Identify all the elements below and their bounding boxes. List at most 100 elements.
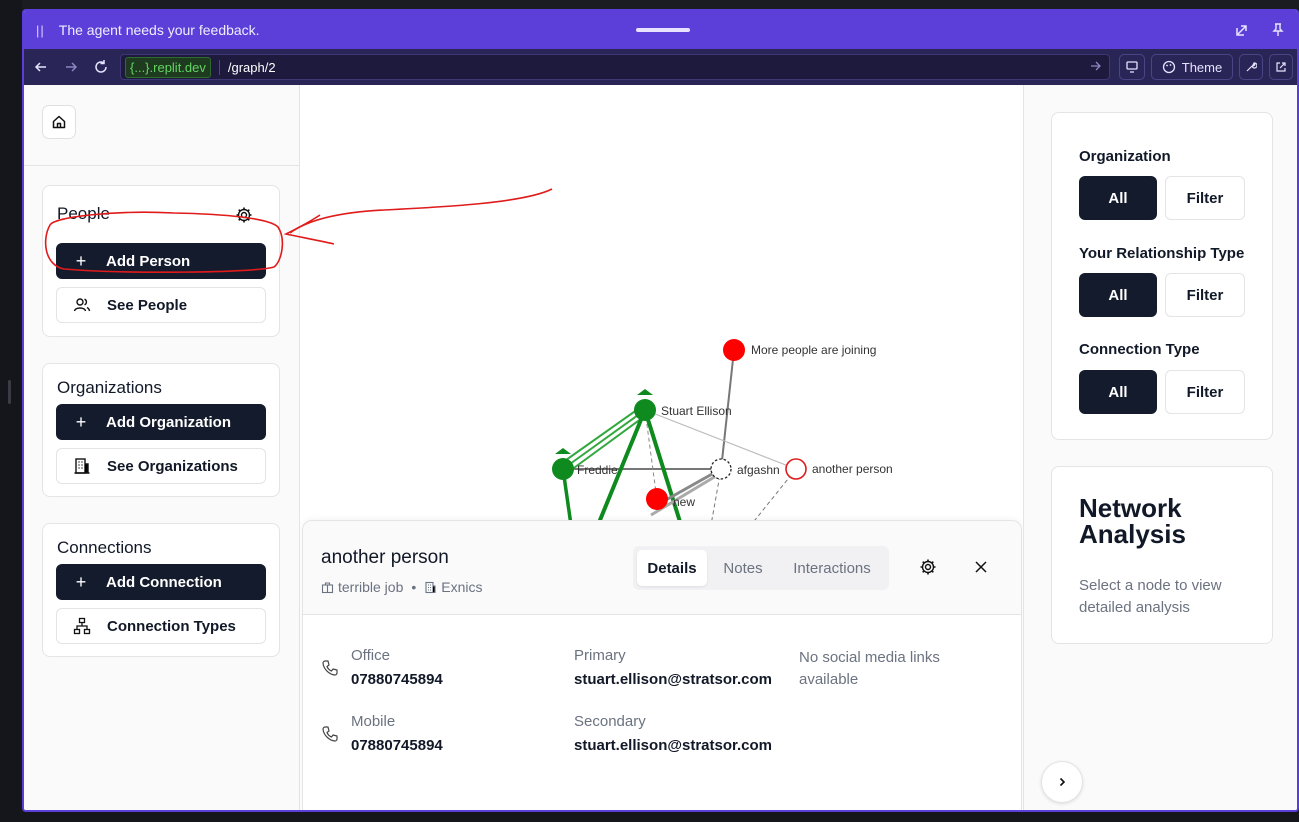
network-analysis-card: Network Analysis Select a node to view d… — [1051, 466, 1273, 644]
add-person-button[interactable]: + Add Person — [56, 243, 266, 279]
chevron-right-icon — [1059, 777, 1066, 787]
resize-grip[interactable] — [8, 380, 11, 404]
tab-interactions[interactable]: Interactions — [779, 550, 885, 586]
connections-card: Connections + Add Connection Connection … — [42, 523, 280, 657]
browser-url-bar: {...}.replit.dev /graph/2 Theme — [24, 49, 1297, 85]
connection-types-label: Connection Types — [107, 617, 236, 635]
add-person-label: Add Person — [106, 252, 191, 270]
node-more-people — [723, 339, 745, 361]
theme-label: Theme — [1181, 59, 1223, 75]
url-path: /graph/2 — [218, 59, 276, 75]
office-label: Office — [351, 647, 390, 664]
label-afgashn: afgashn — [737, 463, 780, 477]
sidebar: People + Add Person See People Organizat… — [24, 85, 300, 810]
network-analysis-title: Network Analysis — [1079, 493, 1186, 549]
detail-settings-icon[interactable] — [919, 558, 937, 581]
secondary-email-label: Secondary — [574, 713, 646, 730]
node-new — [646, 488, 668, 510]
node-stuart-ellison — [634, 399, 656, 421]
drag-handle[interactable] — [636, 28, 690, 32]
node-another-person — [785, 458, 807, 480]
node-freddie — [552, 458, 574, 480]
label-freddie: Freddie — [577, 463, 618, 477]
plus-icon: + — [75, 411, 87, 432]
right-panel: Organization All Filter Your Relationshi… — [1023, 85, 1297, 810]
connection-filter-button[interactable]: Filter — [1165, 370, 1245, 414]
left-edge-strip — [0, 0, 22, 822]
mobile-phone[interactable]: 07880745894 — [351, 737, 443, 754]
person-organization: Exnics — [441, 579, 483, 595]
agent-feedback-bar: || The agent needs your feedback. — [24, 11, 1297, 49]
people-title: People — [57, 204, 110, 223]
bottom-edge-strip — [0, 812, 1299, 822]
home-button[interactable] — [42, 105, 76, 139]
devtools-button[interactable] — [1239, 54, 1263, 80]
secondary-email[interactable]: stuart.ellison@stratsor.com — [574, 737, 772, 754]
node-marker — [637, 389, 653, 395]
home-icon — [52, 115, 66, 129]
see-organizations-button[interactable]: See Organizations — [56, 448, 266, 484]
agent-message: The agent needs your feedback. — [58, 22, 260, 38]
phone-icon — [322, 726, 338, 742]
organization-filter-button[interactable]: Filter — [1165, 176, 1245, 220]
expand-icon[interactable] — [1232, 20, 1252, 40]
filters-card: Organization All Filter Your Relationshi… — [1051, 112, 1273, 440]
detail-tabs: Details Notes Interactions — [633, 546, 889, 590]
close-icon[interactable] — [973, 559, 989, 580]
person-name: another person — [321, 547, 449, 568]
relationship-filter-label: Your Relationship Type — [1079, 245, 1245, 262]
back-icon[interactable] — [30, 56, 52, 78]
organizations-title: Organizations — [57, 378, 162, 397]
building-icon — [425, 581, 436, 593]
device-preview-button[interactable] — [1119, 54, 1145, 80]
briefcase-icon — [321, 581, 334, 593]
see-organizations-label: See Organizations — [107, 457, 238, 475]
tab-notes[interactable]: Notes — [711, 550, 775, 586]
expand-panel-button[interactable] — [1041, 761, 1083, 803]
organization-all-button[interactable]: All — [1079, 176, 1157, 220]
relationship-filter-button[interactable]: Filter — [1165, 273, 1245, 317]
relationship-all-button[interactable]: All — [1079, 273, 1157, 317]
forward-icon[interactable] — [60, 56, 82, 78]
person-job: terrible job — [338, 579, 404, 595]
social-links-note: No social media links available — [799, 649, 940, 688]
users-icon — [73, 296, 91, 314]
monitor-icon — [1126, 61, 1138, 73]
theme-button[interactable]: Theme — [1151, 54, 1233, 80]
person-meta: terrible job • Exnics — [321, 579, 483, 595]
node-marker — [555, 448, 571, 454]
plus-icon: + — [75, 250, 87, 271]
connection-all-button[interactable]: All — [1079, 370, 1157, 414]
mobile-label: Mobile — [351, 713, 396, 730]
person-detail-panel: another person terrible job • Exnics Det… — [302, 520, 1022, 810]
go-arrow-icon[interactable] — [1089, 59, 1103, 78]
palette-icon — [1162, 60, 1175, 74]
wrench-icon — [1246, 62, 1257, 72]
see-people-label: See People — [107, 296, 188, 314]
label-new: new — [673, 495, 695, 509]
primary-email[interactable]: stuart.ellison@stratsor.com — [574, 671, 772, 688]
add-connection-button[interactable]: + Add Connection — [56, 564, 266, 600]
sidebar-divider — [24, 165, 300, 166]
label-stuart-ellison: Stuart Ellison — [661, 404, 732, 418]
people-settings-icon[interactable] — [235, 206, 253, 229]
see-people-button[interactable]: See People — [56, 287, 266, 323]
add-organization-label: Add Organization — [106, 413, 231, 431]
plus-icon: + — [75, 571, 87, 592]
network-icon — [73, 617, 91, 635]
tab-details[interactable]: Details — [637, 550, 707, 586]
connections-title: Connections — [57, 538, 152, 557]
organization-filter-label: Organization — [1079, 148, 1171, 165]
add-organization-button[interactable]: + Add Organization — [56, 404, 266, 440]
app-frame: || The agent needs your feedback. {...}.… — [22, 9, 1299, 812]
organizations-card: Organizations + Add Organization See Org… — [42, 363, 280, 497]
people-card: People + Add Person See People — [42, 185, 280, 337]
pin-icon[interactable] — [1268, 20, 1288, 40]
pause-icon[interactable]: || — [36, 23, 45, 38]
connection-types-button[interactable]: Connection Types — [56, 608, 266, 644]
office-phone[interactable]: 07880745894 — [351, 671, 443, 688]
reload-icon[interactable] — [90, 56, 112, 78]
url-input[interactable]: {...}.replit.dev /graph/2 — [120, 54, 1110, 80]
external-link-icon — [1276, 62, 1286, 72]
open-new-tab-button[interactable] — [1269, 54, 1293, 80]
